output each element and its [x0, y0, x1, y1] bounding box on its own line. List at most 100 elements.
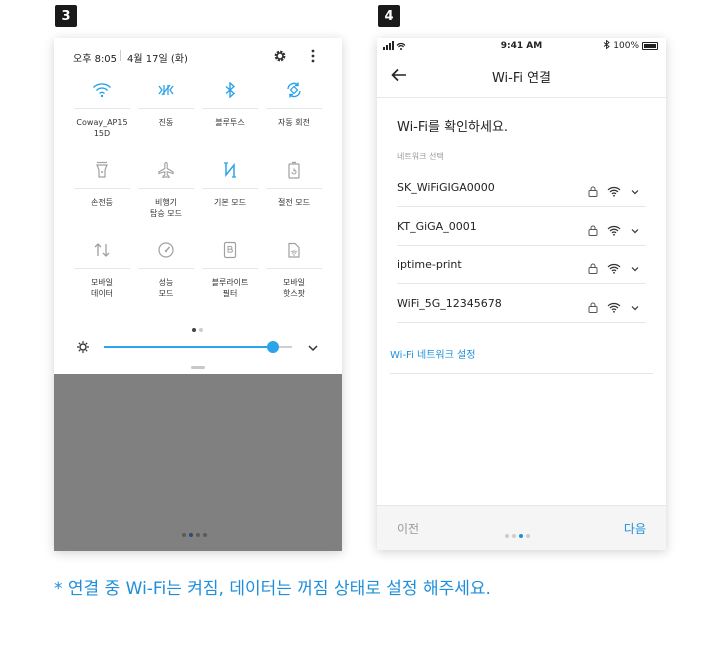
- network-row[interactable]: iptime-print: [397, 246, 646, 284]
- wifi-connect-screen: 9:41 AM 100% Wi-Fi 연결 Wi-Fi를 확인하세요. 네트워크…: [377, 38, 666, 550]
- divider: [390, 373, 653, 374]
- quick-tile-airplane[interactable]: 비행기 탑승 모드: [138, 156, 194, 219]
- home-screen-background: [54, 374, 342, 551]
- lock-icon: [588, 221, 598, 240]
- slider-thumb[interactable]: [267, 341, 280, 353]
- page-dot: [195, 532, 200, 537]
- tile-label: Coway_AP15 15D: [76, 118, 128, 138]
- tile-divider: [202, 268, 258, 269]
- instruction-heading: Wi-Fi를 확인하세요.: [397, 120, 509, 135]
- battery-percent: 100%: [613, 41, 639, 51]
- tile-divider: [138, 268, 194, 269]
- auto-rotate-icon: [266, 76, 322, 104]
- network-icons: [588, 182, 640, 201]
- quick-tile-hotspot[interactable]: 모바일 핫스팟: [266, 236, 322, 299]
- tile-label: 블루투스: [215, 118, 245, 127]
- brightness-slider[interactable]: [104, 341, 292, 353]
- nav-bar: Wi-Fi 연결: [377, 54, 666, 98]
- drag-handle[interactable]: [191, 366, 205, 369]
- page-dot: [181, 532, 186, 537]
- network-name: iptime-print: [397, 258, 462, 271]
- tile-divider: [74, 268, 130, 269]
- tile-divider: [74, 188, 130, 189]
- network-name: SK_WiFiGIGA0000: [397, 181, 495, 194]
- wifi-icon: [74, 76, 130, 104]
- footnote: * 연결 중 Wi-Fi는 켜짐, 데이터는 꺼짐 상태로 설정 해주세요.: [54, 579, 491, 599]
- lock-icon: [588, 259, 598, 278]
- nfc-icon: [202, 156, 258, 184]
- page-title: Wi-Fi 연결: [491, 71, 552, 86]
- quick-tile-flashlight[interactable]: 손전등: [74, 156, 130, 208]
- network-icons: [588, 221, 640, 240]
- chevron-down-icon[interactable]: [306, 340, 320, 354]
- tile-label: 기본 모드: [214, 198, 246, 207]
- network-row[interactable]: SK_WiFiGIGA0000: [397, 169, 646, 207]
- lock-icon: [588, 182, 598, 201]
- page-dot: [198, 327, 203, 332]
- page-dot: [191, 327, 196, 332]
- slider-fill: [104, 346, 274, 348]
- chevron-down-icon[interactable]: [630, 259, 640, 278]
- tile-label: 모바일 데이터: [90, 278, 114, 298]
- tile-label: 자동 회전: [278, 118, 310, 127]
- step-badge-3: 3: [55, 5, 77, 27]
- page-indicator: [190, 319, 204, 338]
- page-dot: [188, 532, 193, 537]
- tile-divider: [202, 108, 258, 109]
- footer-bar: 이전 다음: [377, 505, 666, 550]
- network-row[interactable]: KT_GiGA_0001: [397, 208, 646, 246]
- chevron-down-icon[interactable]: [630, 182, 640, 201]
- chevron-down-icon[interactable]: [630, 221, 640, 240]
- wifi-settings-link[interactable]: Wi-Fi 네트워크 설정: [390, 346, 475, 361]
- next-button[interactable]: 다음: [624, 520, 646, 537]
- chevron-down-icon[interactable]: [630, 298, 640, 317]
- tile-label: 진동: [158, 118, 174, 127]
- quick-tile-nfc[interactable]: 기본 모드: [202, 156, 258, 208]
- quick-tile-bluetooth[interactable]: 블루투스: [202, 76, 258, 128]
- quick-tile-mobile-data[interactable]: 모바일 데이터: [74, 236, 130, 299]
- quick-tile-auto-rotate[interactable]: 자동 회전: [266, 76, 322, 128]
- tile-label: 비행기 탑승 모드: [150, 198, 182, 218]
- wifi-signal-icon: [607, 182, 621, 201]
- quick-tile-performance[interactable]: 성능 모드: [138, 236, 194, 299]
- tile-divider: [202, 188, 258, 189]
- quick-tile-vibrate[interactable]: 진동: [138, 76, 194, 128]
- wifi-signal-icon: [607, 259, 621, 278]
- quick-tile-battery-saver[interactable]: 절전 모드: [266, 156, 322, 208]
- quick-tile-blue-light[interactable]: 블루라이트 필터: [202, 236, 258, 299]
- bluetooth-icon: [603, 39, 610, 52]
- network-name: WiFi_5G_12345678: [397, 296, 502, 310]
- network-row[interactable]: WiFi_5G_12345678: [397, 285, 646, 323]
- network-icons: [588, 259, 640, 278]
- home-page-indicator: [180, 524, 208, 543]
- network-name: KT_GiGA_0001: [397, 219, 477, 233]
- vibrate-icon: [138, 76, 194, 104]
- prev-button[interactable]: 이전: [397, 520, 419, 537]
- date: 4월 17일 (화): [127, 54, 188, 65]
- clock: 오후 8:05: [73, 54, 118, 65]
- tile-divider: [74, 108, 130, 109]
- more-options-icon[interactable]: [305, 48, 321, 64]
- battery-icon: [642, 42, 658, 50]
- tile-divider: [266, 108, 322, 109]
- performance-icon: [138, 236, 194, 264]
- page-dot: [504, 533, 509, 538]
- page-dot: [202, 532, 207, 537]
- tile-label: 블루라이트 필터: [211, 278, 249, 298]
- gear-icon[interactable]: [272, 48, 288, 64]
- section-label: 네트워크 선택: [397, 152, 444, 161]
- hotspot-icon: [266, 236, 322, 264]
- tile-divider: [266, 188, 322, 189]
- tile-label: 손전등: [90, 198, 114, 207]
- wifi-signal-icon: [607, 221, 621, 240]
- status-bar: 9:41 AM 100%: [377, 38, 666, 54]
- wifi-signal-icon: [607, 298, 621, 317]
- quick-tile-wifi[interactable]: Coway_AP15 15D: [74, 76, 130, 139]
- quick-panel-screen: 오후 8:05 4월 17일 (화) Coway_AP15 15D 진동 블루투스 자…: [54, 38, 342, 551]
- bluetooth-icon: [202, 76, 258, 104]
- brightness-icon: [76, 339, 90, 353]
- page-dot: [525, 533, 530, 538]
- tile-divider: [138, 188, 194, 189]
- airplane-icon: [138, 156, 194, 184]
- network-icons: [588, 298, 640, 317]
